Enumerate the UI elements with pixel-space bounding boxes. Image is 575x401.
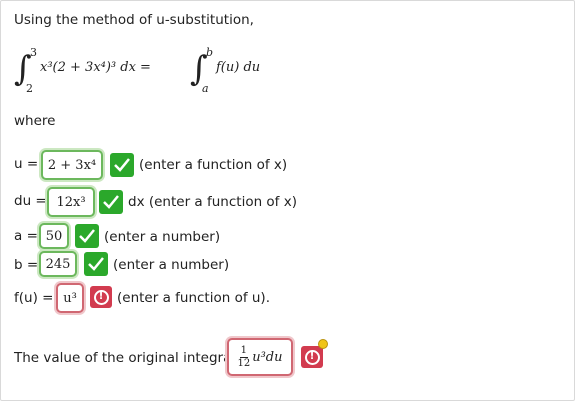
du-input[interactable]: 12x³ xyxy=(47,187,95,217)
fu-label: f(u) = xyxy=(14,290,54,306)
integrand: x³(2 + 3x⁴)³ dx = xyxy=(40,60,151,75)
fu-input[interactable]: u³ xyxy=(56,283,84,313)
notification-dot xyxy=(318,339,328,349)
check-icon xyxy=(99,190,123,214)
rhs-lower-limit: a xyxy=(202,82,209,95)
rhs-integrand: f(u) du xyxy=(216,60,261,75)
fraction-denominator: 12 xyxy=(237,357,251,369)
fraction: 1 12 xyxy=(237,344,251,369)
du-label: du = xyxy=(14,193,47,209)
b-label: b = xyxy=(14,257,39,273)
fu-hint: (enter a function of u). xyxy=(117,290,270,306)
error-icon: ! xyxy=(301,346,323,368)
check-icon xyxy=(110,153,134,177)
a-input[interactable]: 50 xyxy=(39,223,69,249)
a-label: a = xyxy=(14,228,38,244)
final-label: The value of the original integral is xyxy=(14,350,251,366)
du-hint: dx (enter a function of x) xyxy=(128,194,297,210)
fraction-numerator: 1 xyxy=(239,344,249,358)
rhs-upper-limit: b xyxy=(206,46,214,59)
check-icon xyxy=(75,224,99,248)
instructions-text: Using the method of u-substitution, xyxy=(14,12,254,28)
final-expression: u³du xyxy=(252,349,283,365)
final-answer-input[interactable]: 1 12 u³du xyxy=(227,338,293,376)
u-label: u = xyxy=(14,156,39,172)
a-hint: (enter a number) xyxy=(104,229,221,245)
u-hint: (enter a function of x) xyxy=(139,157,288,173)
b-input[interactable]: 245 xyxy=(39,251,77,277)
b-hint: (enter a number) xyxy=(113,257,230,273)
u-input[interactable]: 2 + 3x⁴ xyxy=(41,150,103,180)
lower-limit: 2 xyxy=(26,82,33,95)
check-icon xyxy=(84,252,108,276)
where-label: where xyxy=(14,113,56,129)
upper-limit: 3 xyxy=(30,46,37,59)
error-icon: ! xyxy=(90,286,112,308)
integral-equation: ∫ 3 2 x³(2 + 3x⁴)³ dx = ∫ b a f(u) du xyxy=(14,46,314,98)
